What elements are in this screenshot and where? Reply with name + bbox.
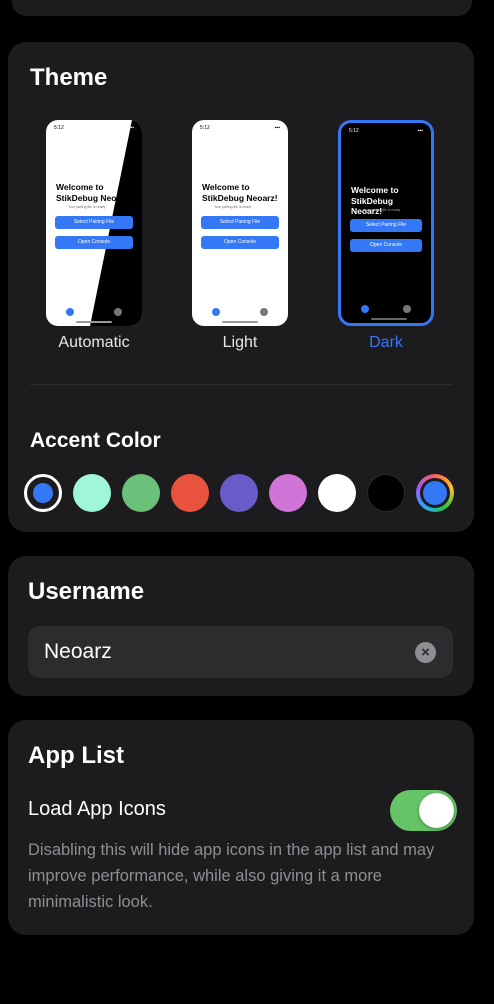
status-time: 5:12 bbox=[54, 125, 64, 131]
load-app-icons-toggle[interactable] bbox=[390, 790, 457, 831]
accent-color-title: Accent Color bbox=[30, 429, 161, 452]
welcome-line2: StikDebug Neoarz! bbox=[56, 192, 132, 203]
theme-title: Theme bbox=[30, 64, 108, 91]
home-tab-icon bbox=[66, 308, 74, 316]
theme-option-dark[interactable]: 5:12 ▪▪▪ Welcome to StikDebug Neoarz! Your… bbox=[336, 120, 436, 352]
theme-preview-light: 5:12 ▪▪▪ Welcome to StikDebug Neoarz! Your… bbox=[192, 120, 288, 326]
welcome-line2: StikDebug Neoarz! bbox=[351, 195, 394, 217]
username-title: Username bbox=[28, 578, 145, 605]
preview-subtitle: Your pairing file is ready bbox=[68, 205, 106, 209]
accent-swatch-custom[interactable] bbox=[416, 474, 454, 512]
load-app-icons-description: Disabling this will hide app icons in th… bbox=[28, 841, 435, 911]
accent-swatch-green[interactable] bbox=[122, 474, 160, 512]
preview-open-console-button: Open Console bbox=[55, 236, 133, 249]
home-tab-icon bbox=[361, 305, 369, 313]
username-field[interactable]: Neoarz × bbox=[28, 626, 453, 678]
clear-text-icon[interactable]: × bbox=[415, 642, 436, 663]
accent-swatch-white[interactable] bbox=[318, 474, 356, 512]
accent-swatch-indigo[interactable] bbox=[220, 474, 258, 512]
theme-preview-dark: 5:12 ▪▪▪ Welcome to StikDebug Neoarz! Your… bbox=[338, 120, 434, 326]
status-icons: ▪▪▪ bbox=[417, 128, 423, 134]
theme-label-light: Light bbox=[222, 334, 258, 351]
theme-preview-automatic: 5:12 ▪▪▪ Welcome to StikDebug Neoarz! Your… bbox=[46, 120, 142, 326]
welcome-line1: Welcome to bbox=[56, 182, 104, 192]
preview-subtitle: Your pairing file is ready bbox=[214, 205, 252, 209]
app-list-title: App List bbox=[28, 742, 124, 769]
accent-swatch-black[interactable] bbox=[367, 474, 405, 512]
home-indicator bbox=[371, 318, 407, 320]
welcome-line2: StikDebug Neoarz! bbox=[202, 192, 278, 203]
home-tab-icon bbox=[212, 308, 220, 316]
custom-color-dot bbox=[423, 481, 447, 505]
divider bbox=[30, 384, 452, 385]
settings-tab-icon bbox=[114, 308, 122, 316]
welcome-line1: Welcome to bbox=[202, 182, 250, 192]
accent-swatch-blue[interactable] bbox=[24, 474, 62, 512]
status-time: 5:12 bbox=[200, 125, 210, 131]
theme-label-dark: Dark bbox=[369, 334, 403, 351]
status-icons: ▪▪▪ bbox=[274, 125, 280, 131]
theme-option-light[interactable]: 5:12 ▪▪▪ Welcome to StikDebug Neoarz! Your… bbox=[190, 120, 290, 352]
preview-select-pairing-button: Select Pairing File bbox=[201, 216, 279, 229]
app-list-section: App List Load App Icons Disabling this w… bbox=[8, 720, 474, 935]
toggle-knob bbox=[419, 793, 454, 828]
home-indicator bbox=[222, 321, 258, 323]
theme-section: Theme 5:12 ▪▪▪ Welcome to StikDebug Neoarz… bbox=[8, 42, 474, 532]
status-icons: ▪▪▪ bbox=[128, 125, 134, 131]
status-time: 5:12 bbox=[349, 128, 359, 134]
welcome-line1: Welcome to bbox=[351, 185, 399, 195]
preview-select-pairing-button: Select Pairing File bbox=[55, 216, 133, 229]
home-indicator bbox=[76, 321, 112, 323]
accent-swatch-mint[interactable] bbox=[73, 474, 111, 512]
theme-label-automatic: Automatic bbox=[58, 334, 130, 351]
preview-subtitle: Your pairing file is ready bbox=[363, 208, 401, 212]
preview-open-console-button: Open Console bbox=[201, 236, 279, 249]
username-section: Username Neoarz × bbox=[8, 556, 474, 696]
previous-card-edge bbox=[12, 0, 472, 16]
load-app-icons-label: Load App Icons bbox=[28, 798, 166, 820]
selected-dot bbox=[33, 483, 53, 503]
settings-tab-icon bbox=[403, 305, 411, 313]
preview-open-console-button: Open Console bbox=[350, 239, 422, 252]
theme-option-automatic[interactable]: 5:12 ▪▪▪ Welcome to StikDebug Neoarz! Your… bbox=[44, 120, 144, 352]
accent-swatch-purple[interactable] bbox=[269, 474, 307, 512]
username-value: Neoarz bbox=[44, 640, 112, 663]
preview-select-pairing-button: Select Pairing File bbox=[350, 219, 422, 232]
settings-tab-icon bbox=[260, 308, 268, 316]
accent-color-picker bbox=[24, 474, 464, 514]
accent-swatch-red[interactable] bbox=[171, 474, 209, 512]
